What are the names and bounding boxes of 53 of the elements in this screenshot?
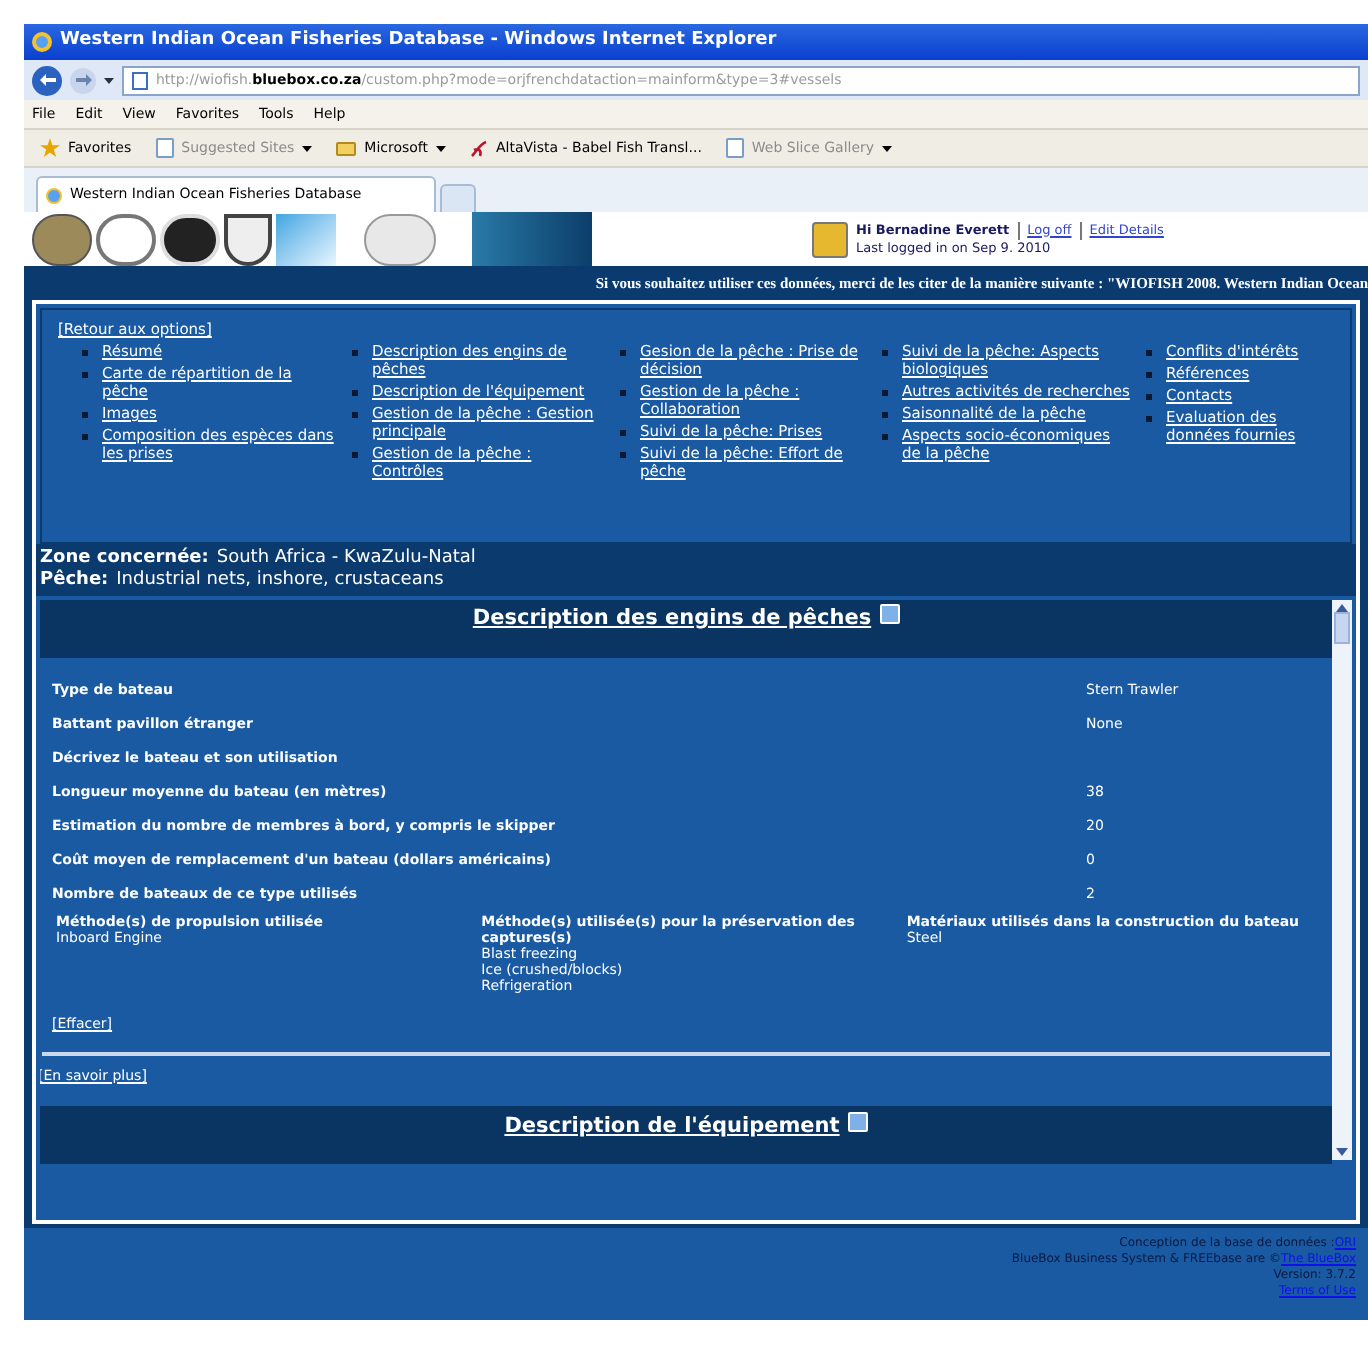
bullet-icon [352,412,358,418]
bullet-icon [1146,372,1152,378]
bullet-icon [82,372,88,378]
forward-button[interactable] [70,67,96,93]
page-icon [725,138,744,158]
back-button[interactable] [32,65,62,95]
bullet-icon [620,452,626,458]
swirl-icon [470,139,489,157]
bullet-icon [352,350,358,356]
section-title: Description des engins de pêches [472,604,872,634]
bullet-icon [1146,416,1152,422]
logo-icon [32,213,92,265]
zone-value: Industrial nets, inshore, crustaceans [116,570,444,592]
scroll-thumb [1334,612,1350,644]
bullet-icon [82,350,88,356]
scroll-down-icon [1336,1148,1348,1156]
page-icon [132,71,148,89]
bullet-icon [620,350,626,356]
page-icon [155,138,174,158]
folder-icon [336,141,357,155]
bullet-icon [82,434,88,440]
logo-icon [364,213,436,265]
lock-icon [812,221,848,257]
caret-icon [104,77,114,83]
zone-label: Zone concernée: [40,548,209,569]
bullet-icon [620,430,626,436]
bullet-icon [882,350,888,356]
banner-pattern [472,212,592,266]
caret-icon [436,145,447,151]
logo-icon [224,213,272,265]
back-arrow-icon [39,74,55,86]
bullet-icon [82,412,88,418]
bullet-icon [352,390,358,396]
bullet-icon [620,390,626,396]
zone-label: Pêche: [40,570,109,592]
logo-icon [276,213,336,265]
scrollbar[interactable] [1332,600,1352,1160]
zone-value: South Africa - KwaZulu-Natal [216,548,476,570]
logo-icon [160,213,220,265]
caret-icon [882,145,893,151]
window-title: Western Indian Ocean Fisheries Database - Windows Internet Explorer [60,28,777,55]
bullet-icon [1146,350,1152,356]
browser-logo-icon [46,187,62,203]
browser-logo-icon [32,32,52,52]
bullet-icon [882,390,888,396]
bullet-icon [352,452,358,458]
caret-icon [302,145,313,151]
section-title: Description de l'équipement [504,1112,840,1142]
forward-arrow-icon [75,74,91,86]
bullet-icon [882,412,888,418]
star-icon [40,138,60,158]
bullet-icon [1146,394,1152,400]
bullet-icon [882,434,888,440]
